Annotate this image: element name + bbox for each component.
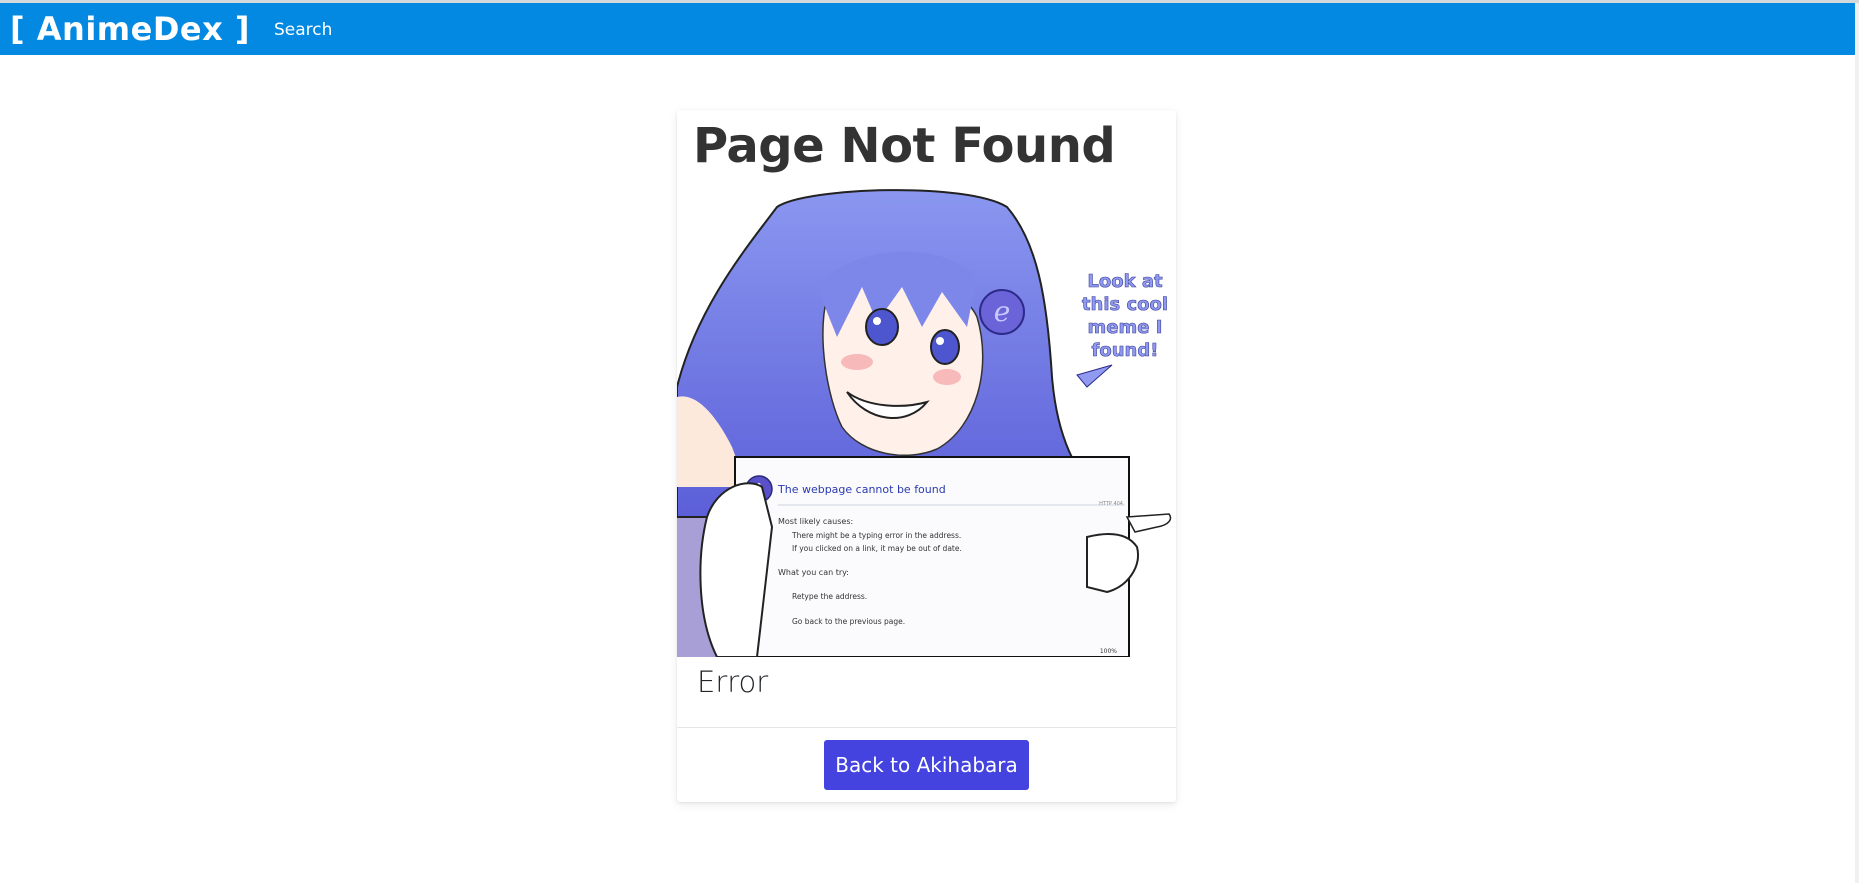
- brand-logo[interactable]: [ AnimeDex ]: [10, 10, 250, 48]
- error-text: Error: [697, 665, 769, 699]
- speech-line-2: this cool: [1082, 294, 1168, 315]
- page-title: Page Not Found: [693, 118, 1116, 174]
- svg-text:e: e: [994, 295, 1011, 328]
- card-divider: [677, 727, 1176, 728]
- nav-link-search[interactable]: Search: [274, 20, 332, 40]
- eye-left: [865, 308, 899, 346]
- speech-line-1: Look at: [1087, 271, 1163, 292]
- blush-left: [841, 354, 873, 370]
- speech-line-4: found!: [1092, 340, 1159, 361]
- scrollbar[interactable]: [1855, 3, 1859, 883]
- dialog-try-heading: What you can try:: [778, 568, 849, 577]
- error-card: Page Not Found e Look at this cool meme …: [677, 110, 1176, 802]
- dialog-cause-2: If you clicked on a link, it may be out …: [792, 544, 962, 553]
- speech-tail: [1076, 364, 1113, 388]
- navbar: [ AnimeDex ] Search: [0, 3, 1855, 55]
- speech-line-3: meme I: [1088, 317, 1163, 338]
- right-hand: [1086, 533, 1139, 594]
- eye-right: [930, 329, 960, 365]
- pointing-finger: [1125, 513, 1172, 533]
- dialog-cause-1: There might be a typing error in the add…: [791, 531, 961, 540]
- dialog-causes-heading: Most likely causes:: [778, 517, 853, 526]
- back-to-akihabara-button[interactable]: Back to Akihabara: [824, 740, 1029, 790]
- dialog-title: The webpage cannot be found: [777, 483, 946, 496]
- blush-right: [933, 369, 961, 385]
- dialog-action-1: Retype the address.: [792, 592, 867, 601]
- error-illustration: e Look at this cool meme I found! i The …: [677, 189, 1172, 657]
- dialog-action-2: Go back to the previous page.: [792, 617, 905, 626]
- dialog-code: HTTP 404: [1099, 501, 1123, 507]
- dialog-zoom: 100%: [1100, 648, 1117, 655]
- speech-bubble: Look at this cool meme I found!: [1082, 271, 1169, 362]
